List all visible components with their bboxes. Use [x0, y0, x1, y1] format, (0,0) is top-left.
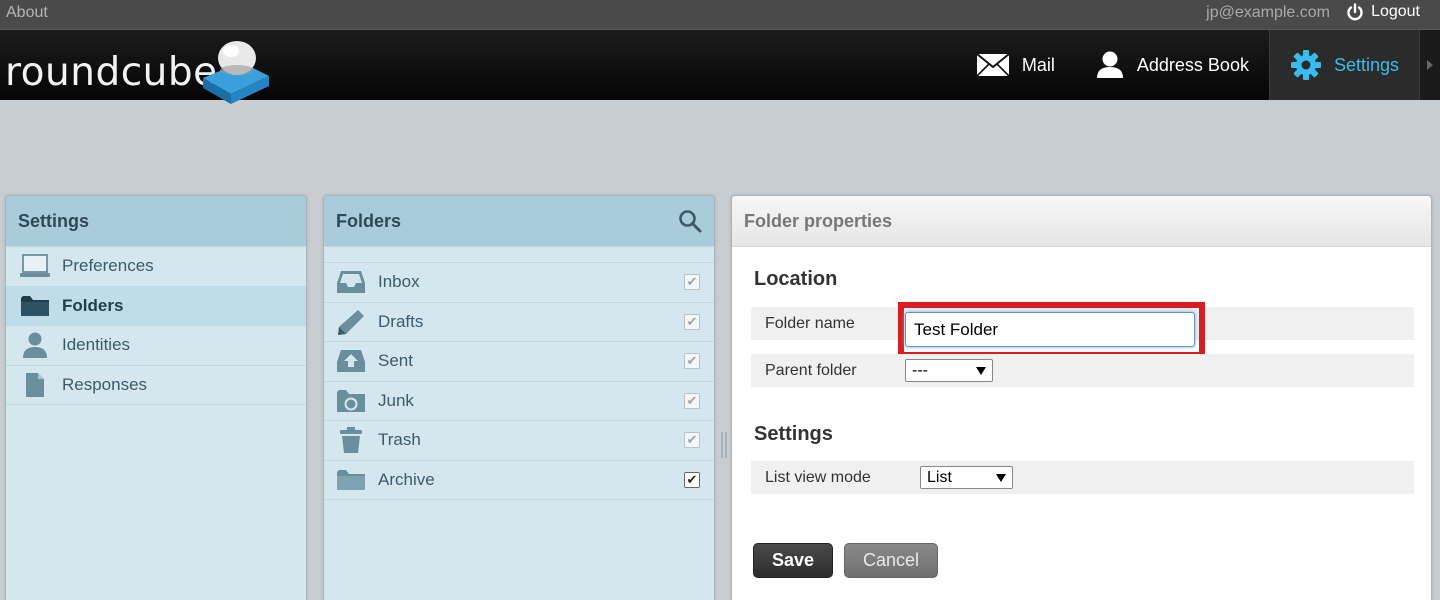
folder-item-archive[interactable]: Archive ✔	[324, 461, 714, 500]
folder-list: Inbox ✔ Drafts ✔ Sent ✔ Junk ✔ Trash ✔ A…	[324, 263, 714, 500]
folder-icon	[18, 291, 52, 321]
address-book-icon	[1096, 51, 1123, 78]
location-heading: Location	[754, 268, 838, 290]
logo-wordmark: roundcube	[5, 50, 218, 95]
parent-folder-select[interactable]: ---	[905, 359, 993, 382]
folders-panel: Folders Inbox ✔ Drafts ✔ Sent ✔ Junk ✔ T…	[323, 195, 715, 600]
settings-item-identities[interactable]: Identities	[6, 326, 306, 366]
user-email: jp@example.com	[1206, 4, 1330, 21]
folder-name-input[interactable]	[905, 312, 1195, 347]
logout-label: Logout	[1371, 3, 1420, 20]
main-nav: Mail Address Book Settings	[956, 30, 1440, 100]
save-button[interactable]: Save	[753, 543, 833, 578]
folder-name-label: Folder name	[765, 314, 855, 332]
pencil-icon	[338, 309, 364, 335]
parent-folder-value: ---	[912, 361, 928, 379]
settings-menu: Preferences Folders Identities Responses	[6, 247, 306, 405]
folder-properties-panel: Folder properties Location Folder name P…	[731, 195, 1432, 600]
nav-mail[interactable]: Mail	[956, 30, 1075, 100]
subscribe-checkbox[interactable]: ✔	[684, 471, 700, 488]
nav-settings-label: Settings	[1333, 54, 1399, 75]
subscribe-checkbox[interactable]: ✔	[684, 353, 700, 369]
settings-item-folders[interactable]: Folders	[6, 286, 306, 326]
folder-icon	[337, 469, 365, 490]
settings-item-label: Identities	[62, 335, 131, 355]
monitor-icon	[18, 251, 52, 281]
header: roundcube Mail Address Book Settings	[0, 30, 1440, 104]
sent-icon	[337, 350, 365, 373]
subscribe-checkbox[interactable]: ✔	[684, 313, 700, 330]
power-icon	[1347, 3, 1363, 21]
folder-label: Drafts	[378, 311, 424, 331]
settings-panel: Settings Preferences Folders Identities …	[5, 195, 307, 600]
nav-mail-label: Mail	[1021, 54, 1055, 75]
document-icon	[18, 370, 52, 400]
settings-item-label: Folders	[62, 295, 124, 315]
folder-properties-title: Folder properties	[732, 196, 1431, 247]
junk-icon	[337, 389, 365, 412]
logo-cube-icon	[203, 41, 269, 104]
roundcube-logo[interactable]: roundcube	[5, 36, 275, 104]
list-view-mode-row: List view mode List	[751, 461, 1414, 494]
person-icon	[18, 330, 52, 360]
settings-heading: Settings	[754, 423, 833, 445]
parent-folder-label: Parent folder	[765, 361, 857, 379]
subscribe-checkbox[interactable]: ✔	[684, 274, 700, 290]
settings-panel-title: Settings	[6, 196, 306, 247]
folder-label: Junk	[378, 390, 414, 410]
list-view-mode-select[interactable]: List	[920, 466, 1013, 489]
folder-search-button[interactable]	[678, 209, 702, 238]
settings-item-preferences[interactable]: Preferences	[6, 247, 306, 287]
folder-item-drafts[interactable]: Drafts ✔	[324, 303, 714, 342]
folder-label: Trash	[378, 430, 421, 450]
folder-item-trash[interactable]: Trash ✔	[324, 421, 714, 461]
search-icon	[679, 210, 702, 233]
nav-settings[interactable]: Settings	[1268, 30, 1420, 100]
settings-item-label: Responses	[62, 374, 148, 394]
subscribe-checkbox[interactable]: ✔	[684, 392, 700, 409]
mail-icon	[976, 53, 1010, 77]
arrow-right-icon	[1427, 60, 1433, 70]
trash-icon	[340, 427, 362, 454]
folder-item-inbox[interactable]: Inbox ✔	[324, 263, 714, 303]
folder-label: Archive	[378, 469, 435, 489]
subscribe-checkbox[interactable]: ✔	[684, 432, 700, 448]
folders-panel-title: Folders	[324, 196, 714, 247]
parent-folder-row: Parent folder ---	[751, 354, 1414, 387]
settings-item-label: Preferences	[62, 256, 154, 276]
folder-label: Sent	[378, 351, 413, 371]
nav-address-book[interactable]: Address Book	[1075, 30, 1269, 100]
folder-item-junk[interactable]: Junk ✔	[324, 382, 714, 421]
folder-item-sent[interactable]: Sent ✔	[324, 342, 714, 382]
list-view-mode-label: List view mode	[765, 468, 871, 486]
dropdown-arrow-icon	[976, 366, 986, 375]
top-bar: About jp@example.com Logout	[0, 0, 1440, 30]
nav-address-book-label: Address Book	[1136, 54, 1249, 75]
nav-scroll-right[interactable]	[1420, 30, 1440, 100]
folder-label: Inbox	[378, 272, 420, 292]
dropdown-arrow-icon	[996, 473, 1006, 482]
inbox-icon	[337, 271, 365, 294]
gear-icon	[1290, 50, 1321, 80]
settings-item-responses[interactable]: Responses	[6, 366, 306, 405]
cancel-button[interactable]: Cancel	[844, 543, 938, 578]
folder-list-spacer	[324, 247, 714, 263]
logout-button[interactable]: Logout	[1346, 3, 1420, 21]
list-view-mode-value: List	[927, 468, 952, 486]
panel-splitter[interactable]	[721, 432, 727, 458]
about-link[interactable]: About	[6, 4, 48, 22]
